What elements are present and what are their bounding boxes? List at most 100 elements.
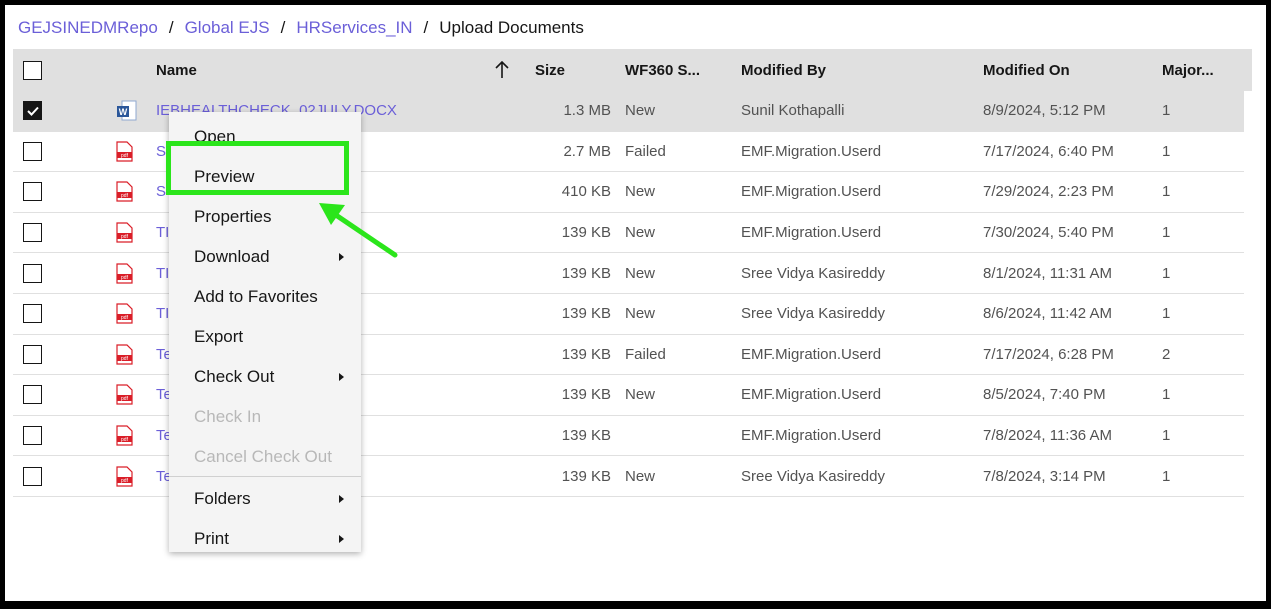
- row-checkbox[interactable]: [23, 344, 42, 364]
- breadcrumb-separator: /: [168, 18, 174, 37]
- row-checkbox[interactable]: [23, 263, 42, 283]
- menu-item-print[interactable]: Print: [169, 519, 361, 559]
- menu-item-preview[interactable]: Preview: [169, 157, 361, 197]
- document-major-version: 1: [1162, 224, 1171, 242]
- row-checkbox[interactable]: [23, 304, 42, 324]
- menu-item-check-out[interactable]: Check Out: [169, 357, 361, 397]
- svg-text:pdf: pdf: [121, 315, 129, 321]
- breadcrumb-item-global-ejs[interactable]: Global EJS: [185, 18, 270, 38]
- document-major-version: 1: [1162, 386, 1171, 404]
- document-wf360-status: New: [625, 224, 656, 242]
- breadcrumb-current: Upload Documents: [439, 18, 584, 37]
- menu-item-add-to-favorites[interactable]: Add to Favorites: [169, 277, 361, 317]
- row-checkbox[interactable]: [23, 141, 42, 161]
- document-modified-by: Sree Vidya Kasireddy: [741, 264, 885, 282]
- document-size: 1.3 MB: [563, 102, 611, 120]
- document-modified-on: 8/9/2024, 5:12 PM: [983, 102, 1106, 120]
- svg-text:pdf: pdf: [121, 193, 129, 199]
- document-major-version: 1: [1162, 183, 1171, 201]
- document-name-link[interactable]: TI: [156, 213, 169, 253]
- document-major-version: 1: [1162, 305, 1171, 323]
- column-header-modified-on[interactable]: Modified On: [983, 49, 1070, 91]
- document-modified-by: Sree Vidya Kasireddy: [741, 305, 885, 323]
- select-all-cell: [23, 49, 42, 91]
- breadcrumb-separator: /: [423, 18, 429, 37]
- document-modified-on: 8/5/2024, 7:40 PM: [983, 386, 1106, 404]
- svg-text:W: W: [119, 107, 128, 117]
- menu-item-folders[interactable]: Folders: [169, 479, 361, 519]
- breadcrumb-item-repo[interactable]: GEJSINEDMRepo: [18, 18, 158, 38]
- column-header-modified-by[interactable]: Modified By: [741, 49, 826, 91]
- menu-item-label: Folders: [194, 489, 251, 508]
- document-major-version: 1: [1162, 142, 1171, 160]
- menu-item-open[interactable]: Open: [169, 117, 361, 157]
- document-wf360-status: New: [625, 183, 656, 201]
- row-checkbox[interactable]: [23, 466, 42, 486]
- document-modified-by: EMF.Migration.Userd: [741, 427, 882, 445]
- row-select-cell: [23, 335, 42, 375]
- menu-item-cancel-check-out: Cancel Check Out: [169, 437, 361, 477]
- table-header: Name Size WF360 S... Modified By Modifie…: [13, 49, 1252, 91]
- menu-item-label: Check In: [194, 407, 262, 426]
- app-frame: GEJSINEDMRepo / Global EJS / HRServices_…: [5, 5, 1266, 601]
- document-modified-by: EMF.Migration.Userd: [741, 345, 882, 363]
- menu-item-download[interactable]: Download: [169, 237, 361, 277]
- document-wf360-status: New: [625, 102, 656, 120]
- word-doc-icon: W: [116, 91, 138, 131]
- select-all-checkbox[interactable]: [23, 60, 42, 80]
- svg-text:pdf: pdf: [121, 478, 129, 484]
- column-header-major-version[interactable]: Major...: [1162, 49, 1214, 91]
- document-wf360-status: Failed: [625, 345, 666, 363]
- svg-text:pdf: pdf: [121, 437, 129, 443]
- row-checkbox[interactable]: [23, 182, 42, 202]
- menu-item-check-in: Check In: [169, 397, 361, 437]
- column-header-size[interactable]: Size: [535, 49, 565, 91]
- column-header-name[interactable]: Name: [156, 49, 197, 91]
- svg-text:pdf: pdf: [121, 234, 129, 240]
- document-modified-on: 7/30/2024, 5:40 PM: [983, 224, 1114, 242]
- svg-text:pdf: pdf: [121, 153, 129, 159]
- row-checkbox[interactable]: [23, 426, 42, 446]
- menu-item-label: Download: [194, 247, 270, 266]
- column-header-wf360-status[interactable]: WF360 S...: [625, 49, 700, 91]
- menu-item-label: Properties: [194, 207, 272, 226]
- row-checkbox[interactable]: [23, 385, 42, 405]
- document-name-link[interactable]: TI: [156, 253, 169, 293]
- sort-ascending-icon[interactable]: [495, 49, 509, 91]
- document-modified-on: 7/29/2024, 2:23 PM: [983, 183, 1114, 201]
- context-menu: Open Preview Properties Download Add to Favo…: [169, 112, 361, 552]
- row-checkbox[interactable]: [23, 101, 42, 121]
- pdf-icon: pdf: [116, 416, 133, 456]
- document-major-version: 1: [1162, 427, 1171, 445]
- row-select-cell: [23, 132, 42, 172]
- menu-item-properties[interactable]: Properties: [169, 197, 361, 237]
- menu-item-label: Export: [194, 327, 244, 346]
- submenu-arrow-icon: [339, 373, 344, 381]
- document-major-version: 1: [1162, 102, 1171, 120]
- row-select-cell: [23, 91, 42, 131]
- document-modified-by: EMF.Migration.Userd: [741, 386, 882, 404]
- document-modified-by: EMF.Migration.Userd: [741, 183, 882, 201]
- document-modified-by: Sunil Kothapalli: [741, 102, 845, 120]
- breadcrumb: GEJSINEDMRepo / Global EJS / HRServices_…: [18, 16, 584, 40]
- document-name-link[interactable]: TI: [156, 294, 169, 334]
- pdf-icon: pdf: [116, 132, 133, 172]
- document-wf360-status: New: [625, 386, 656, 404]
- document-modified-on: 7/8/2024, 3:14 PM: [983, 467, 1106, 485]
- document-modified-on: 8/1/2024, 11:31 AM: [983, 264, 1112, 282]
- document-major-version: 2: [1162, 345, 1171, 363]
- menu-item-export[interactable]: Export: [169, 317, 361, 357]
- document-size: 139 KB: [561, 386, 611, 404]
- document-size: 139 KB: [561, 467, 611, 485]
- menu-item-label: Check Out: [194, 367, 275, 386]
- document-size: 2.7 MB: [563, 142, 611, 160]
- row-checkbox[interactable]: [23, 223, 42, 243]
- pdf-icon: pdf: [116, 172, 133, 212]
- breadcrumb-item-hrservices[interactable]: HRServices_IN: [296, 18, 412, 38]
- pdf-icon: pdf: [116, 375, 133, 415]
- document-size: 139 KB: [561, 305, 611, 323]
- document-name-link[interactable]: S: [156, 132, 166, 172]
- document-name-link[interactable]: S: [156, 172, 166, 212]
- document-modified-by: EMF.Migration.Userd: [741, 142, 882, 160]
- svg-text:pdf: pdf: [121, 396, 129, 402]
